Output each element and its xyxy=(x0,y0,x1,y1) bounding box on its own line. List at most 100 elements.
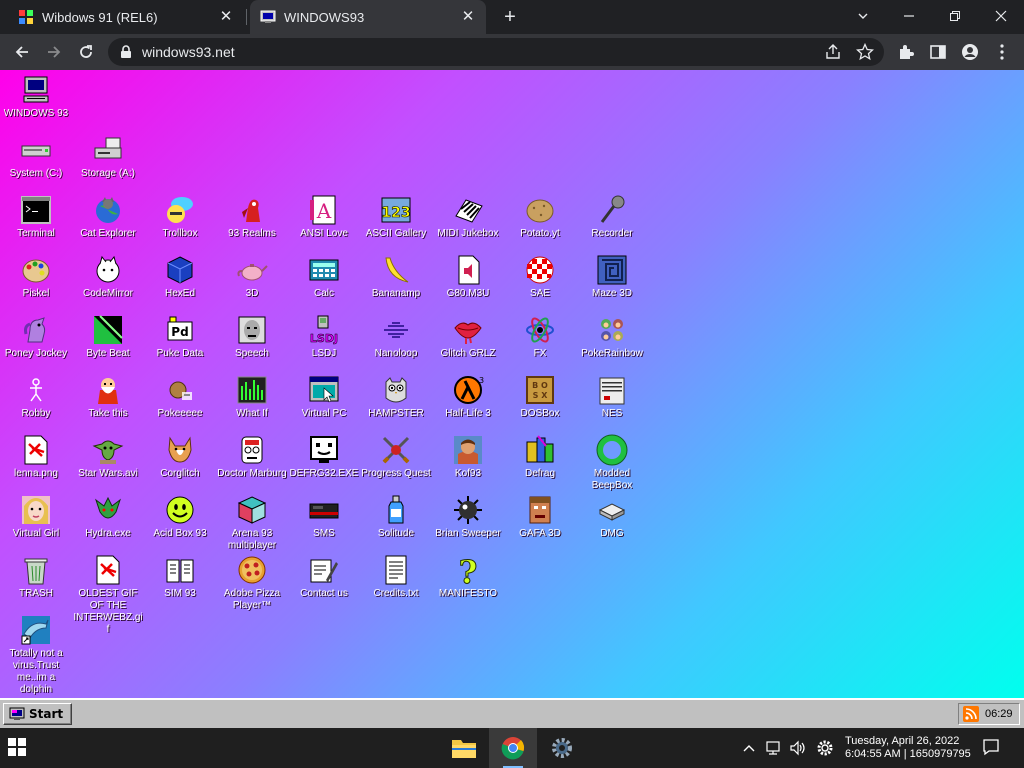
desktop-icon-ansi-love[interactable]: A ANSI Love xyxy=(288,194,360,240)
reload-button[interactable] xyxy=(72,38,100,66)
desktop-icon-terminal[interactable]: Terminal xyxy=(0,194,72,240)
side-panel-icon[interactable] xyxy=(929,43,947,61)
desktop-icon-robby[interactable]: Robby xyxy=(0,374,72,420)
desktop-icon-3d[interactable]: 3D xyxy=(216,254,288,300)
desktop-icon-dmg[interactable]: DMG xyxy=(576,494,648,540)
desktop-icon-star-wars-avi[interactable]: Star Wars.avi xyxy=(72,434,144,480)
desktop-icon-puke-data[interactable]: Pd Puke Data xyxy=(144,314,216,360)
volume-icon[interactable] xyxy=(789,739,807,757)
desktop-icon-piskel[interactable]: Piskel xyxy=(0,254,72,300)
chevron-up-icon[interactable] xyxy=(740,739,758,757)
desktop-icon-defrg32[interactable]: DEFRG32.EXE xyxy=(288,434,360,480)
desktop-icon-bananamp[interactable]: Bananamp xyxy=(360,254,432,300)
rss-feed-icon[interactable] xyxy=(963,706,979,722)
desktop-icon-sim-93[interactable]: SIM 93 xyxy=(144,554,216,600)
menu-dots-icon[interactable] xyxy=(993,43,1011,61)
star-icon[interactable] xyxy=(856,43,874,61)
desktop-icon-dolphin[interactable]: Totally not a virus.Trust me..im a dolph… xyxy=(0,614,72,696)
desktop-icon-glitch-grlz[interactable]: Glitch GRLZ xyxy=(432,314,504,360)
desktop-icon-lenna-png[interactable]: lenna.png xyxy=(0,434,72,480)
windows-logo-icon[interactable] xyxy=(8,738,26,756)
desktop-icon-credits-txt[interactable]: Credits.txt xyxy=(360,554,432,600)
desktop-icon-adobe-pizza[interactable]: Adobe Pizza Player™ xyxy=(216,554,288,612)
desktop-icon-progress-quest[interactable]: Progress Quest xyxy=(360,434,432,480)
desktop-icon-virtual-pc[interactable]: Virtual PC xyxy=(288,374,360,420)
start-button[interactable]: Start xyxy=(3,703,72,725)
desktop-icon-codemirror[interactable]: CodeMirror xyxy=(72,254,144,300)
desktop-icon-midi-jukebox[interactable]: MIDI Jukebox xyxy=(432,194,504,240)
desktop-icon-g80-m3u[interactable]: G80.M3U xyxy=(432,254,504,300)
desktop-icon-hampster[interactable]: HAMPSTER xyxy=(360,374,432,420)
desktop-icon-hydra-exe[interactable]: Hydra.exe xyxy=(72,494,144,540)
extensions-icon[interactable] xyxy=(897,43,915,61)
url-text[interactable]: windows93.net xyxy=(142,44,235,60)
desktop-icon-93-realms[interactable]: 93 Realms xyxy=(216,194,288,240)
desktop-icon-sae[interactable]: SAE xyxy=(504,254,576,300)
desktop-icon-maze-3d[interactable]: Maze 3D xyxy=(576,254,648,300)
minimize-button[interactable] xyxy=(886,0,932,32)
desktop-icon-solitude[interactable]: Solitude xyxy=(360,494,432,540)
desktop-icon-acid-box-93[interactable]: Acid Box 93 xyxy=(144,494,216,540)
desktop-icon-virtual-girl[interactable]: Virtual Girl xyxy=(0,494,72,540)
close-window-button[interactable] xyxy=(978,0,1024,32)
desktop-icon-speech[interactable]: Speech xyxy=(216,314,288,360)
forward-button[interactable] xyxy=(40,38,68,66)
network-icon[interactable] xyxy=(765,739,783,757)
desktop-icon-system-c[interactable]: System (C:) xyxy=(0,134,72,180)
desktop-icon-take-this[interactable]: Take this xyxy=(72,374,144,420)
desktop-icon-defrag[interactable]: Defrag xyxy=(504,434,576,480)
desktop-icon-doctor-marburg[interactable]: Doctor Marburg xyxy=(216,434,288,480)
desktop-icon-nes[interactable]: NES xyxy=(576,374,648,420)
desktop-icon-modded-beepbox[interactable]: Modded BeepBox xyxy=(576,434,648,492)
taskbar-chrome[interactable] xyxy=(489,728,537,768)
restore-button[interactable] xyxy=(932,0,978,32)
icon-label: Storage (A:) xyxy=(81,168,135,179)
taskbar-file-explorer[interactable] xyxy=(440,728,488,768)
desktop-icon-kof93[interactable]: Kof93 xyxy=(432,434,504,480)
desktop-icon-nanoloop[interactable]: Nanoloop xyxy=(360,314,432,360)
tab-windows93[interactable]: WINDOWS93 ✕ xyxy=(250,0,486,34)
desktop-icon-storage-a[interactable]: Storage (A:) xyxy=(72,134,144,180)
close-icon[interactable]: ✕ xyxy=(218,9,234,25)
desktop-icon-contact-us[interactable]: Contact us xyxy=(288,554,360,600)
desktop-icon-oldest-gif[interactable]: OLDEST GIF OF THE INTERWEBZ.gif xyxy=(72,554,144,636)
desktop-icon-fx[interactable]: FX xyxy=(504,314,576,360)
desktop-icon-trollbox[interactable]: Trollbox xyxy=(144,194,216,240)
desktop-icon-gafa-3d[interactable]: GAFA 3D xyxy=(504,494,576,540)
desktop-icon-recorder[interactable]: Recorder xyxy=(576,194,648,240)
desktop-icon-arena-93[interactable]: Arena 93 multiplayer xyxy=(216,494,288,552)
share-icon[interactable] xyxy=(824,43,842,61)
desktop-icon-lsdj[interactable]: LSDJ LSDJ xyxy=(288,314,360,360)
desktop-icon-sms[interactable]: SMS xyxy=(288,494,360,540)
desktop-icon-half-life-3[interactable]: 3 Half-Life 3 xyxy=(432,374,504,420)
desktop-icon-poney-jockey[interactable]: Poney Jockey xyxy=(0,314,72,360)
system-clock[interactable]: Tuesday, April 26, 2022 6:04:55 AM | 165… xyxy=(845,735,971,761)
desktop-icon-what-if[interactable]: What If xyxy=(216,374,288,420)
desktop-icon-brian-sweeper[interactable]: Brian Sweeper xyxy=(432,494,504,540)
desktop-icon-hexed[interactable]: HexEd xyxy=(144,254,216,300)
desktop-icon-potato-yt[interactable]: Potato.yt xyxy=(504,194,576,240)
desktop-icon-ascii-gallery[interactable]: 123 ASCII Gallery xyxy=(360,194,432,240)
green-gradient-icon xyxy=(94,315,123,344)
desktop-icon-corglitch[interactable]: Corglitch xyxy=(144,434,216,480)
desktop-icon-cat-explorer[interactable]: Cat Explorer xyxy=(72,194,144,240)
desktop-icon-calc[interactable]: Calc xyxy=(288,254,360,300)
new-tab-button[interactable]: + xyxy=(498,5,522,29)
desktop-icon-pokerainbow[interactable]: PokeRainbow xyxy=(576,314,648,360)
profile-icon[interactable] xyxy=(961,43,979,61)
tab-wibdows-91[interactable]: Wibdows 91 (REL6) ✕ xyxy=(8,0,244,34)
notification-icon[interactable] xyxy=(982,738,1000,756)
back-button[interactable] xyxy=(8,38,36,66)
gear-icon[interactable] xyxy=(816,739,834,757)
desktop-icon-pokeeeee[interactable]: Pokeeeee xyxy=(144,374,216,420)
desktop-icon-byte-beat[interactable]: Byte Beat xyxy=(72,314,144,360)
taskbar-settings[interactable] xyxy=(538,728,586,768)
close-icon[interactable]: ✕ xyxy=(460,9,476,25)
desktop-icon-dosbox[interactable]: B OS X DOSBox xyxy=(504,374,576,420)
desktop-icon-manifesto[interactable]: ? MANIFESTO xyxy=(432,554,504,600)
address-bar[interactable]: windows93.net xyxy=(108,38,884,66)
desktop-icon-windows93[interactable]: WINDOWS 93 xyxy=(0,74,72,120)
desktop-icon-trash[interactable]: TRASH xyxy=(0,554,72,600)
lock-icon[interactable] xyxy=(120,45,132,59)
tab-search-button[interactable] xyxy=(840,0,886,32)
